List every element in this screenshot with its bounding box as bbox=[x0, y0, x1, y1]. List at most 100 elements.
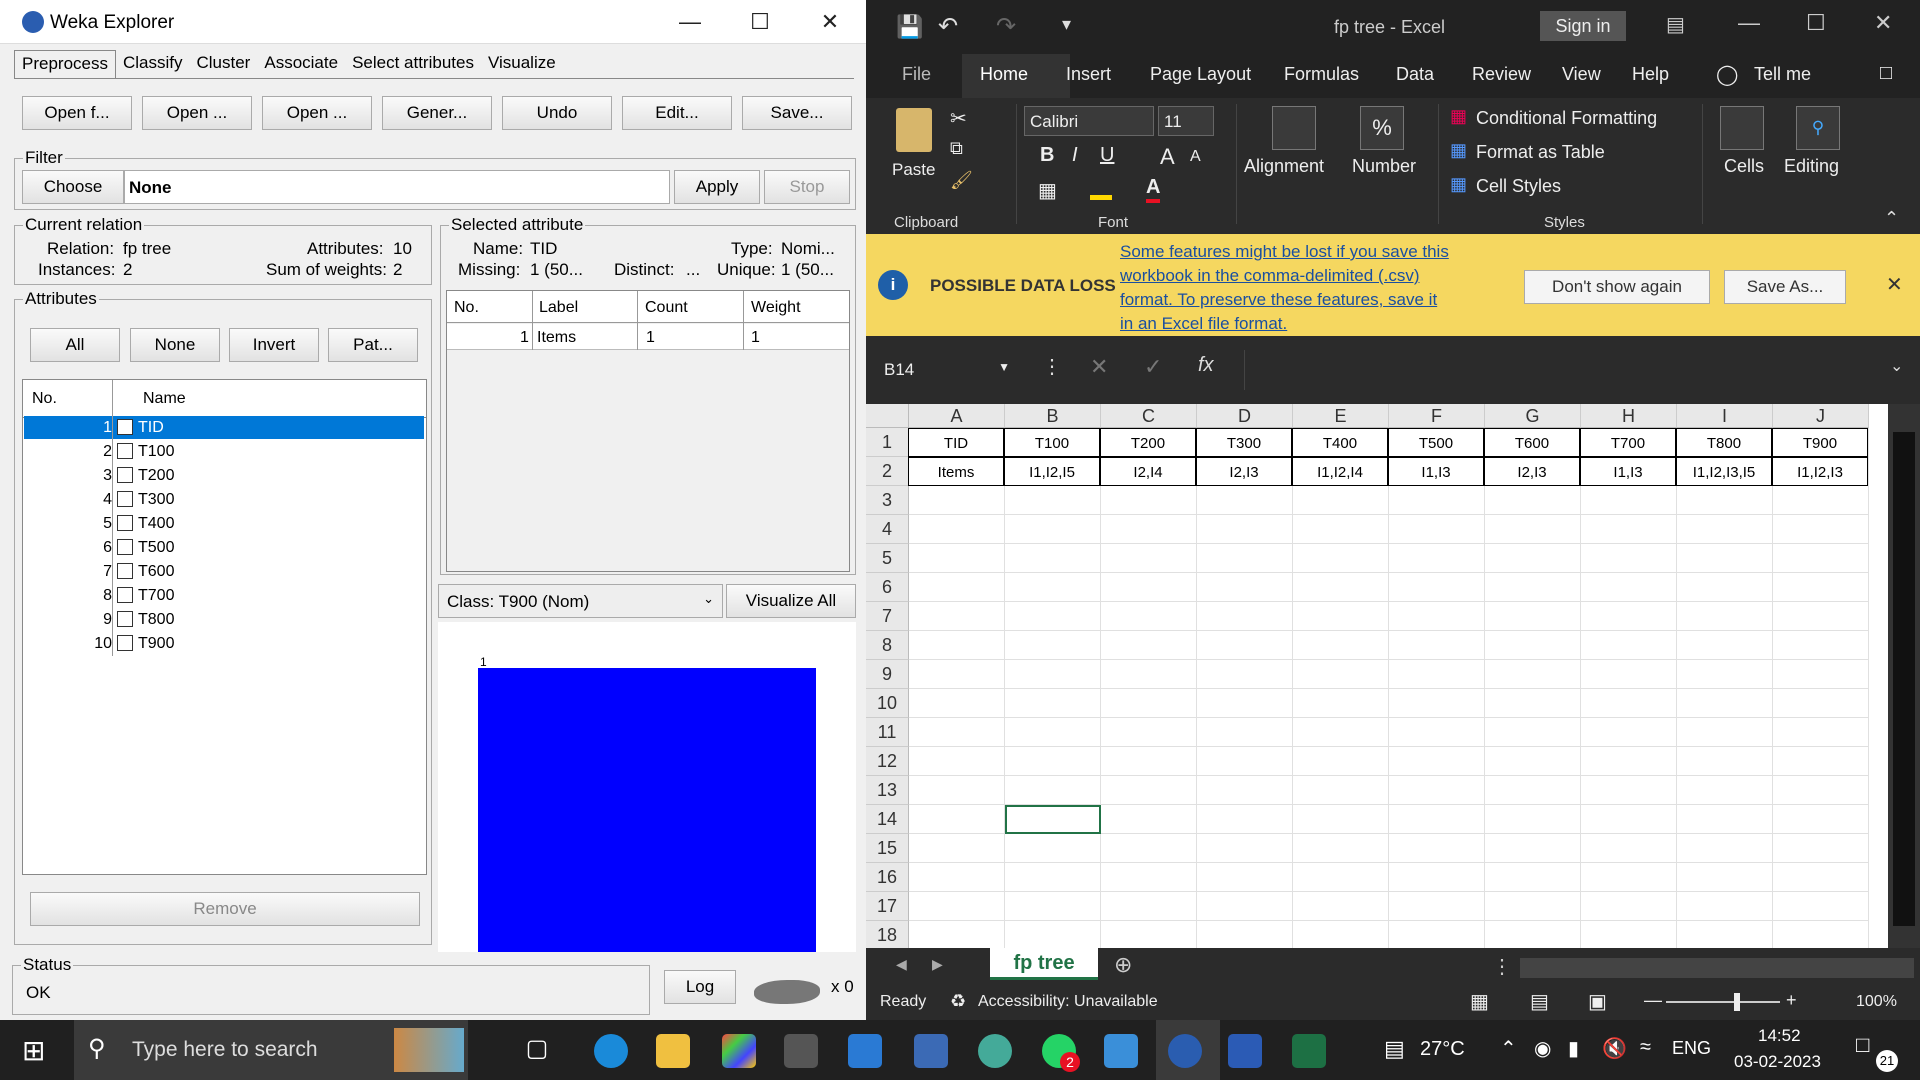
attribute-row[interactable]: 10 T900 bbox=[24, 632, 424, 655]
photos-icon[interactable] bbox=[1104, 1034, 1138, 1068]
attributes-none-button[interactable]: None bbox=[130, 328, 220, 362]
row-header[interactable]: 1 bbox=[866, 428, 909, 457]
edge-icon[interactable] bbox=[594, 1034, 628, 1068]
attribute-row[interactable]: 1 TID bbox=[24, 416, 424, 439]
attribute-row[interactable]: 3 T200 bbox=[24, 464, 424, 487]
select-all-corner[interactable] bbox=[866, 404, 909, 428]
attribute-row[interactable]: 2 T100 bbox=[24, 440, 424, 463]
attribute-row[interactable]: 4 T300 bbox=[24, 488, 424, 511]
show-hidden-icons[interactable]: ⌃ bbox=[1500, 1036, 1517, 1061]
page-break-view-icon[interactable]: ▣ bbox=[1588, 989, 1607, 1014]
row-header[interactable]: 4 bbox=[866, 515, 909, 544]
formula-input[interactable] bbox=[1244, 350, 1914, 390]
cell[interactable]: Items bbox=[908, 457, 1004, 486]
filter-stop-button[interactable]: Stop bbox=[764, 170, 850, 204]
tab-preprocess[interactable]: Preprocess bbox=[14, 50, 116, 78]
tab-select-attributes[interactable]: Select attributes bbox=[345, 50, 481, 78]
ribbon-display-icon[interactable]: ▤ bbox=[1666, 12, 1685, 37]
meet-icon[interactable]: ◉ bbox=[1534, 1036, 1551, 1061]
weather-icon[interactable]: ▤ bbox=[1384, 1036, 1405, 1062]
normal-view-icon[interactable]: ▦ bbox=[1470, 989, 1489, 1014]
cell[interactable]: I1,I3 bbox=[1388, 457, 1484, 486]
tab-cluster[interactable]: Cluster bbox=[190, 50, 258, 78]
row-header[interactable]: 16 bbox=[866, 863, 909, 892]
column-header[interactable]: B bbox=[1005, 404, 1101, 428]
store-icon[interactable] bbox=[722, 1034, 756, 1068]
tab-review[interactable]: Review bbox=[1472, 64, 1531, 85]
row-header[interactable]: 11 bbox=[866, 718, 909, 747]
row-header[interactable]: 3 bbox=[866, 486, 909, 515]
attributes-pattern-button[interactable]: Pat... bbox=[328, 328, 418, 362]
search-icon[interactable]: ⚲ bbox=[1796, 106, 1840, 150]
underline-button[interactable]: U bbox=[1100, 144, 1114, 167]
cell-styles-button[interactable]: Cell Styles bbox=[1476, 176, 1561, 197]
maximize-icon[interactable]: ☐ bbox=[1806, 10, 1826, 36]
remove-button[interactable]: Remove bbox=[30, 892, 420, 926]
undo-button[interactable]: Undo bbox=[502, 96, 612, 130]
page-layout-view-icon[interactable]: ▤ bbox=[1530, 989, 1549, 1014]
tab-page-layout[interactable]: Page Layout bbox=[1150, 64, 1251, 85]
windows-start-icon[interactable]: ⊞ bbox=[22, 1034, 45, 1067]
more-icon[interactable]: ⋮ bbox=[1042, 354, 1062, 379]
copy-icon[interactable]: ⧉ bbox=[950, 138, 963, 159]
cell[interactable]: I1,I2,I4 bbox=[1292, 457, 1388, 486]
italic-button[interactable]: I bbox=[1072, 144, 1078, 167]
insert-function-button[interactable]: fx bbox=[1198, 354, 1214, 377]
cells-icon[interactable] bbox=[1720, 106, 1764, 150]
tab-classify[interactable]: Classify bbox=[116, 50, 190, 78]
tab-data[interactable]: Data bbox=[1396, 64, 1434, 85]
cell[interactable]: I2,I3 bbox=[1484, 457, 1580, 486]
cell[interactable]: T400 bbox=[1292, 428, 1388, 457]
filter-apply-button[interactable]: Apply bbox=[674, 170, 760, 204]
globe-icon[interactable] bbox=[978, 1034, 1012, 1068]
attribute-row[interactable]: 7 T600 bbox=[24, 560, 424, 583]
cell[interactable]: I2,I3 bbox=[1196, 457, 1292, 486]
accessibility-status[interactable]: Accessibility: Unavailable bbox=[978, 993, 1158, 1011]
language[interactable]: ENG bbox=[1672, 1038, 1711, 1059]
row-header[interactable]: 8 bbox=[866, 631, 909, 660]
borders-icon[interactable]: ▦ bbox=[1038, 178, 1057, 203]
cell[interactable]: I1,I2,I3 bbox=[1772, 457, 1868, 486]
excel-taskbar-icon[interactable] bbox=[1292, 1034, 1326, 1068]
cell[interactable]: T800 bbox=[1676, 428, 1772, 457]
bold-button[interactable]: B bbox=[1040, 144, 1054, 167]
cell[interactable]: I2,I4 bbox=[1100, 457, 1196, 486]
attribute-row[interactable]: 8 T700 bbox=[24, 584, 424, 607]
number-button[interactable]: Number bbox=[1352, 156, 1416, 177]
next-sheet-icon[interactable]: ▶ bbox=[932, 956, 943, 973]
notifications-icon[interactable]: □ bbox=[1856, 1032, 1869, 1058]
row-header[interactable]: 13 bbox=[866, 776, 909, 805]
mail-icon[interactable] bbox=[848, 1034, 882, 1068]
sign-in-button[interactable]: Sign in bbox=[1540, 11, 1626, 41]
cell[interactable]: T100 bbox=[1004, 428, 1100, 457]
tab-split-icon[interactable]: ⋮ bbox=[1492, 954, 1512, 979]
prev-sheet-icon[interactable]: ◀ bbox=[896, 956, 907, 973]
column-header[interactable]: E bbox=[1293, 404, 1389, 428]
row-header[interactable]: 10 bbox=[866, 689, 909, 718]
horizontal-scrollbar[interactable] bbox=[1520, 958, 1914, 978]
tab-view[interactable]: View bbox=[1562, 64, 1601, 85]
cell[interactable]: TID bbox=[908, 428, 1004, 457]
column-header[interactable]: G bbox=[1485, 404, 1581, 428]
minimize-icon[interactable]: — bbox=[1738, 10, 1760, 36]
row-header[interactable]: 7 bbox=[866, 602, 909, 631]
column-header[interactable]: H bbox=[1581, 404, 1677, 428]
warning-message[interactable]: Some features might be lost if you save … bbox=[1120, 240, 1450, 336]
cell[interactable]: I1,I2,I5 bbox=[1004, 457, 1100, 486]
filter-choose-button[interactable]: Choose bbox=[22, 170, 124, 204]
cell[interactable]: T600 bbox=[1484, 428, 1580, 457]
cell[interactable]: I1,I3 bbox=[1580, 457, 1676, 486]
wifi-icon[interactable]: ≈ bbox=[1640, 1036, 1651, 1059]
zoom-slider-thumb[interactable] bbox=[1734, 993, 1740, 1011]
save-as-button[interactable]: Save As... bbox=[1724, 270, 1846, 304]
tab-home[interactable]: Home bbox=[980, 64, 1028, 85]
attribute-row[interactable]: 5 T400 bbox=[24, 512, 424, 535]
percent-icon[interactable]: % bbox=[1360, 106, 1404, 150]
decrease-font-button[interactable]: A bbox=[1190, 148, 1201, 166]
cells-button[interactable]: Cells bbox=[1724, 156, 1764, 177]
row-header[interactable]: 18 bbox=[866, 921, 909, 950]
format-as-table-button[interactable]: Format as Table bbox=[1476, 142, 1605, 163]
vertical-scrollbar[interactable] bbox=[1888, 404, 1920, 948]
name-box[interactable]: B14 ▼ bbox=[876, 352, 1018, 388]
column-header[interactable]: A bbox=[909, 404, 1005, 428]
